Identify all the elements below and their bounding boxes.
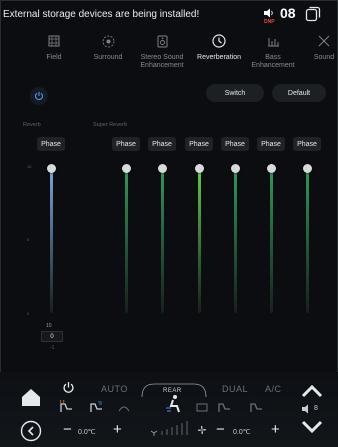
stereo-icon (157, 35, 167, 47)
left-temp-minus-button[interactable]: − (63, 421, 72, 438)
tab-surround-label: Surround (93, 54, 123, 61)
super-reverb-5-fill (270, 168, 273, 313)
fan-speed-low-icon (150, 430, 158, 436)
right-temp-minus-button[interactable]: − (216, 421, 225, 438)
left-temperature: 0.0℃ (78, 429, 96, 436)
super-reverb-4-phase-button[interactable]: Phase (221, 137, 249, 151)
sound-icon (318, 35, 330, 47)
fan-speed-bars[interactable] (160, 420, 190, 436)
super-reverb-5-knob[interactable] (267, 164, 276, 173)
multi-window-icon[interactable] (305, 6, 321, 22)
super-reverb-1-knob[interactable] (122, 164, 131, 173)
reverb-section-label: Reverb (23, 122, 41, 128)
ac-button[interactable]: A/C (265, 384, 282, 394)
super-reverb-2-phase-button[interactable]: Phase (148, 137, 176, 151)
super-reverb-section-label: Super Reverb (93, 122, 127, 128)
surround-icon (102, 35, 114, 47)
super-reverb-2-knob[interactable] (158, 164, 167, 173)
back-icon[interactable] (20, 420, 42, 442)
front-defrost-icon[interactable] (118, 403, 130, 412)
axis-bottom-label: 0 (27, 311, 30, 316)
dnp-indicator: DNP (263, 8, 277, 26)
super-reverb-6-fill (306, 168, 309, 313)
dnp-label: DNP (264, 19, 275, 25)
tab-stereo-label: Stereo Sound Enhancement (140, 54, 184, 69)
speaker-icon (264, 8, 273, 18)
rear-defrost-icon[interactable] (196, 403, 208, 412)
tab-field[interactable]: Field (24, 34, 84, 62)
airflow-mode-icon[interactable] (164, 394, 184, 414)
reverb-value-box: 0 (41, 331, 63, 342)
tab-field-label: Field (46, 54, 62, 61)
tab-sound-label: Sound (313, 54, 335, 61)
right-temperature: 0.0℃ (233, 429, 251, 436)
super-reverb-6-slider-track[interactable] (306, 168, 309, 313)
storage-notification: External storage devices are being insta… (3, 9, 200, 20)
right-seat-vent-icon[interactable] (248, 400, 264, 414)
super-reverb-2-fill (161, 168, 164, 313)
super-reverb-3-fill (198, 168, 201, 313)
super-reverb-1-phase-button[interactable]: Phase (112, 137, 140, 151)
reverberation-icon (212, 34, 226, 48)
right-temp-plus-button[interactable]: + (271, 421, 280, 438)
volume-speaker-icon (302, 404, 308, 414)
reverb-slider-fill (50, 168, 53, 313)
power-icon (34, 91, 44, 101)
left-seat-vent-icon[interactable] (88, 400, 104, 414)
tab-stereo-sound-enhancement[interactable]: Stereo Sound Enhancement (132, 34, 192, 70)
auto-button[interactable]: AUTO (101, 384, 128, 394)
super-reverb-3-knob[interactable] (195, 164, 204, 173)
axis-top-label: 10 (27, 164, 32, 169)
reverb-phase-button[interactable]: Phase (37, 137, 65, 151)
super-reverb-4-knob[interactable] (231, 164, 240, 173)
chevron-down-icon[interactable] (301, 420, 323, 434)
volume-level: 8 (314, 405, 318, 412)
default-button[interactable]: Default (272, 84, 326, 102)
left-seat-heat-icon[interactable] (58, 400, 74, 414)
super-reverb-3-phase-button[interactable]: Phase (185, 137, 213, 151)
super-reverb-4-slider-track[interactable] (234, 168, 237, 313)
reverb-slider-knob[interactable] (47, 164, 56, 173)
climate-control-bar: AUTO REAR DUAL A/C 8 − 0.0℃ + − 0.0℃ + (0, 372, 338, 447)
reverb-value-top-label: 10 (46, 323, 52, 329)
home-icon[interactable] (20, 387, 42, 407)
tab-reverberation[interactable]: Reverberation (189, 34, 249, 62)
chevron-up-icon[interactable] (301, 384, 323, 398)
right-seat-heat-icon[interactable] (216, 400, 232, 414)
super-reverb-1-slider-track[interactable] (125, 168, 128, 313)
status-bar: External storage devices are being insta… (0, 0, 338, 28)
axis-mid-label: 5 (27, 237, 30, 242)
tab-reverberation-label: Reverberation (197, 54, 241, 61)
super-reverb-1-fill (125, 168, 128, 313)
super-reverb-2-slider-track[interactable] (161, 168, 164, 313)
super-reverb-5-slider-track[interactable] (270, 168, 273, 313)
switch-button[interactable]: Switch (206, 84, 264, 102)
dual-button[interactable]: DUAL (222, 384, 248, 394)
tab-sound[interactable]: Sound (294, 34, 338, 62)
reverb-value-bottom-label: -1 (50, 345, 55, 351)
tab-surround[interactable]: Surround (78, 34, 138, 62)
left-temp-plus-button[interactable]: + (113, 421, 122, 438)
super-reverb-3-slider-track[interactable] (198, 168, 201, 313)
super-reverb-4-fill (234, 168, 237, 313)
sound-effect-tabs: Field Surround Stereo Sound Enhancement … (0, 34, 338, 78)
fan-icon (197, 425, 207, 435)
power-button[interactable] (30, 87, 48, 105)
super-reverb-6-knob[interactable] (303, 164, 312, 173)
super-reverb-6-phase-button[interactable]: Phase (293, 137, 321, 151)
climate-power-icon[interactable] (62, 381, 75, 394)
volume-number: 08 (280, 5, 296, 21)
bass-icon (267, 38, 279, 47)
field-icon (48, 35, 60, 47)
super-reverb-5-phase-button[interactable]: Phase (257, 137, 285, 151)
reverb-slider-track[interactable] (50, 168, 53, 313)
